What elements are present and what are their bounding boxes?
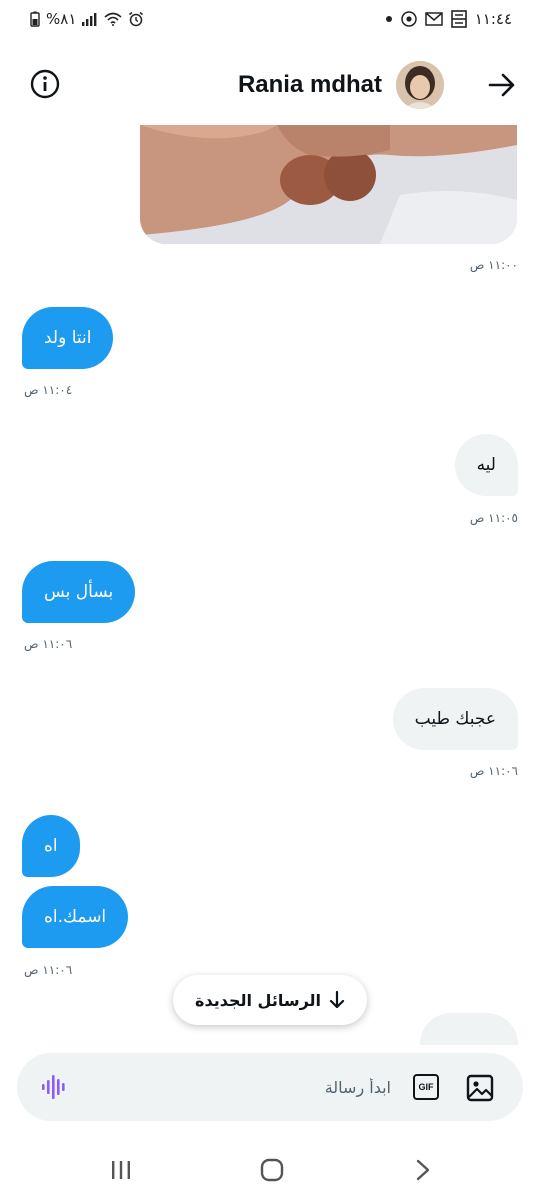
message-input[interactable] [131,1071,391,1103]
back-button[interactable] [486,69,518,101]
home-button[interactable] [252,1154,292,1186]
recent-apps-icon [112,1161,130,1179]
message-bubble-outgoing-partial[interactable] [420,1013,518,1045]
battery-level: %٨١ [46,10,77,28]
message-composer: GIF [17,1053,523,1121]
status-bar-left: %٨١ [30,9,144,29]
shared-image [140,125,517,244]
alarm-icon [128,9,144,29]
message-timestamp: ١١:٠٦ ص [24,963,73,977]
message-timestamp: ١١:٠٥ ص [469,511,518,525]
message-bubble-incoming[interactable]: اسمك.اه [22,886,129,948]
avatar[interactable] [396,61,444,109]
info-button[interactable] [28,67,62,101]
image-button[interactable] [465,1073,495,1103]
home-icon [260,1158,284,1182]
message-bubble-incoming[interactable]: انتا ولد [22,307,114,369]
message-timestamp: ١١:٠٦ ص [24,637,73,651]
message-bubble-incoming[interactable]: اه [22,815,80,877]
back-nav-button[interactable] [403,1154,443,1186]
signal-icon [82,9,98,29]
image-message[interactable] [140,125,517,244]
image-icon [466,1074,494,1102]
battery-icon [30,9,40,29]
arrow-right-icon [488,73,515,97]
voice-waveform-icon [42,1075,65,1099]
wifi-icon [104,9,122,29]
message-bubble-outgoing[interactable]: عجبك طيب [392,688,518,750]
gif-button[interactable]: GIF [413,1074,439,1100]
mail-icon [424,9,443,29]
chevron-right-icon [416,1159,430,1181]
dot-icon [385,9,393,29]
new-messages-label: الرسائل الجديدة [195,990,322,1010]
status-time: ١١:٤٤ [474,10,512,28]
message-timestamp: ١١:٠٤ ص [24,383,73,397]
app-notification-icon [450,9,467,29]
contact-name[interactable]: Rania mdhat [238,71,382,99]
message-bubble-incoming[interactable]: بسأل بس [22,561,136,623]
new-messages-button[interactable]: الرسائل الجديدة [173,975,367,1025]
info-icon [30,69,60,99]
voice-message-button[interactable] [39,1071,71,1103]
message-thread[interactable]: ١١:٠٠ ص انتا ولد ١١:٠٤ ص ليه ١١:٠٥ ص بسأ… [0,125,540,1045]
message-timestamp: ١١:٠٠ ص [469,258,518,272]
system-nav-bar [0,1140,540,1200]
arrow-down-icon [329,991,345,1009]
message-bubble-outgoing[interactable]: ليه [454,434,518,496]
chrome-icon [400,9,417,29]
message-timestamp: ١١:٠٦ ص [469,764,518,778]
status-bar: %٨١ ١١:٤٤ [0,0,540,40]
recent-apps-button[interactable] [101,1154,141,1186]
status-bar-right: ١١:٤٤ [385,9,512,29]
conversation-header: Rania mdhat [0,55,540,117]
